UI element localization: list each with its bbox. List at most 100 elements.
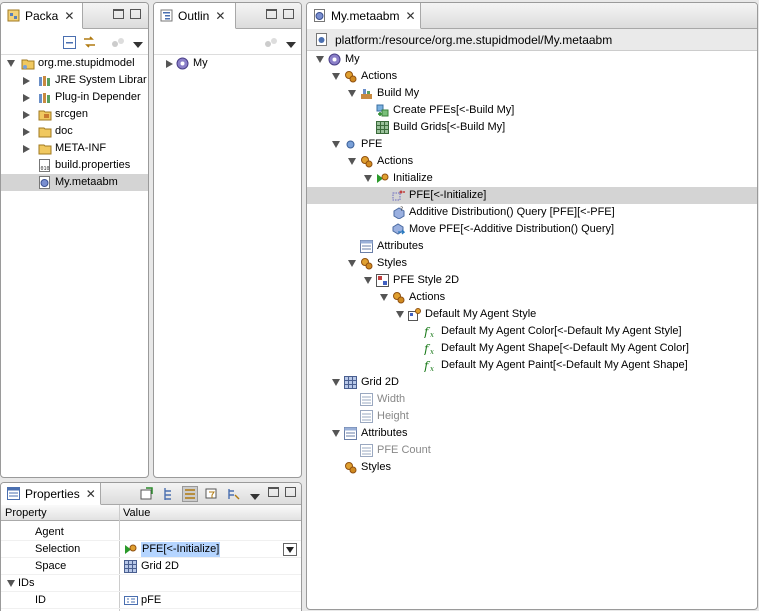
model-item-default-paint[interactable]: fx Default My Agent Paint[<-Default My A… bbox=[307, 357, 757, 374]
model-item-pfe-actions[interactable]: Actions bbox=[307, 153, 757, 170]
expand-toggle[interactable] bbox=[332, 73, 340, 80]
expand-toggle[interactable] bbox=[332, 430, 340, 437]
property-row-ids[interactable]: IDs bbox=[1, 575, 301, 592]
tree-item-label: build.properties bbox=[55, 159, 131, 171]
expand-toggle[interactable] bbox=[332, 141, 340, 148]
tree-item-jre-library[interactable]: JRE System Librar bbox=[1, 72, 148, 89]
model-item-my[interactable]: My bbox=[307, 51, 757, 68]
pin-icon[interactable] bbox=[140, 487, 154, 501]
model-item-my-styles[interactable]: Styles bbox=[307, 459, 757, 476]
expand-toggle[interactable] bbox=[364, 175, 372, 182]
maximize-icon[interactable] bbox=[130, 9, 141, 22]
model-item-my-attributes[interactable]: Attributes bbox=[307, 425, 757, 442]
model-item-build-my[interactable]: Build My bbox=[307, 85, 757, 102]
model-item-pfe-initialize[interactable]: PFE[<-Initialize] bbox=[307, 187, 757, 204]
model-item-pfe-count[interactable]: PFE Count bbox=[307, 442, 757, 459]
expand-toggle[interactable] bbox=[23, 145, 30, 153]
tree-item-build-properties[interactable]: 010 build.properties bbox=[1, 157, 148, 174]
expand-toggle[interactable] bbox=[364, 277, 372, 284]
column-header-value[interactable]: Value bbox=[123, 505, 150, 521]
expand-toggle[interactable] bbox=[332, 379, 340, 386]
column-header-property[interactable]: Property bbox=[5, 505, 47, 521]
property-row-space[interactable]: Space Grid 2D bbox=[1, 558, 301, 575]
expand-toggle[interactable] bbox=[396, 311, 404, 318]
tree-item-label: My bbox=[345, 53, 360, 65]
model-item-create-pfes[interactable]: Create PFEs[<-Build My] bbox=[307, 102, 757, 119]
model-item-initialize[interactable]: Initialize bbox=[307, 170, 757, 187]
model-item-move-pfe[interactable]: Move PFE[<-Additive Distribution() Query… bbox=[307, 221, 757, 238]
model-item-width[interactable]: Width bbox=[307, 391, 757, 408]
chevron-down-icon[interactable] bbox=[250, 491, 260, 503]
selection-dropdown-button[interactable] bbox=[283, 543, 297, 556]
tree-item-srcgen[interactable]: srcgen bbox=[1, 106, 148, 123]
outline-item-my[interactable]: My bbox=[154, 55, 301, 72]
property-row-id[interactable]: ID pFE bbox=[1, 592, 301, 609]
tab-my-metaabm[interactable]: My.metaabm ✕ bbox=[307, 3, 421, 29]
expand-toggle[interactable] bbox=[316, 56, 324, 63]
close-icon[interactable]: ✕ bbox=[215, 9, 225, 23]
model-item-build-grids[interactable]: Build Grids[<-Build My] bbox=[307, 119, 757, 136]
expand-toggle[interactable] bbox=[348, 260, 356, 267]
close-icon[interactable]: ✕ bbox=[86, 487, 96, 501]
minimize-icon[interactable] bbox=[266, 9, 277, 22]
maximize-icon[interactable] bbox=[285, 487, 296, 500]
model-item-height[interactable]: Height bbox=[307, 408, 757, 425]
model-item-grid-2d[interactable]: Grid 2D bbox=[307, 374, 757, 391]
model-item-style-actions[interactable]: Actions bbox=[307, 289, 757, 306]
property-value: pFE bbox=[141, 594, 162, 606]
expand-toggle[interactable] bbox=[7, 60, 15, 67]
expand-toggle[interactable] bbox=[348, 90, 356, 97]
tree-item-label: PFE Style 2D bbox=[393, 274, 460, 286]
filter-icon[interactable] bbox=[205, 487, 219, 501]
model-item-pfe[interactable]: PFE bbox=[307, 136, 757, 153]
expand-toggle[interactable] bbox=[380, 294, 388, 301]
minimize-icon[interactable] bbox=[113, 9, 124, 22]
tab-outline[interactable]: Outlin ✕ bbox=[154, 3, 236, 29]
expand-toggle[interactable] bbox=[23, 77, 30, 85]
maximize-icon[interactable] bbox=[283, 9, 294, 22]
property-row-selection[interactable]: Selection PFE[<-Initialize] bbox=[1, 541, 301, 558]
model-item-actions[interactable]: Actions bbox=[307, 68, 757, 85]
model-item-default-style[interactable]: Default My Agent Style bbox=[307, 306, 757, 323]
style-rule-icon bbox=[408, 308, 421, 321]
view-menu-icon[interactable] bbox=[264, 36, 280, 48]
grid-icon bbox=[124, 560, 137, 573]
chevron-down-icon[interactable] bbox=[133, 39, 143, 51]
expand-toggle[interactable] bbox=[166, 60, 173, 68]
tree-item-label: Styles bbox=[361, 461, 391, 473]
expand-toggle[interactable] bbox=[7, 580, 15, 587]
tree-item-doc[interactable]: doc bbox=[1, 123, 148, 140]
close-icon[interactable]: ✕ bbox=[64, 9, 74, 23]
close-icon[interactable]: ✕ bbox=[405, 9, 415, 23]
model-item-pfe-style-2d[interactable]: PFE Style 2D bbox=[307, 272, 757, 289]
tree-item-my-metaabm[interactable]: My.metaabm bbox=[1, 174, 148, 191]
tree-item-label: Initialize bbox=[393, 172, 433, 184]
tree-item-meta-inf[interactable]: META-INF bbox=[1, 140, 148, 157]
show-advanced-icon[interactable] bbox=[182, 486, 198, 502]
tab-properties[interactable]: Properties ✕ bbox=[1, 483, 101, 505]
expand-toggle[interactable] bbox=[23, 111, 30, 119]
model-item-default-shape[interactable]: fx Default My Agent Shape[<-Default My A… bbox=[307, 340, 757, 357]
restore-default-icon[interactable] bbox=[227, 487, 241, 501]
minimize-icon[interactable] bbox=[268, 487, 279, 500]
tab-package-explorer[interactable]: Packa ✕ bbox=[1, 3, 83, 29]
svg-text:010: 010 bbox=[41, 166, 50, 172]
expand-toggle[interactable] bbox=[23, 128, 30, 136]
link-with-editor-icon[interactable] bbox=[82, 35, 97, 49]
model-item-pfe-attributes[interactable]: Attributes bbox=[307, 238, 757, 255]
resource-path-bar: platform:/resource/org.me.stupidmodel/My… bbox=[307, 29, 757, 51]
model-item-additive-query[interactable]: ? Additive Distribution() Query [PFE][<-… bbox=[307, 204, 757, 221]
property-row-agent[interactable]: Agent bbox=[1, 524, 301, 541]
svg-text:x: x bbox=[430, 365, 434, 372]
show-categories-icon[interactable] bbox=[162, 487, 176, 501]
collapse-all-icon[interactable] bbox=[63, 36, 76, 49]
expand-toggle[interactable] bbox=[23, 94, 30, 102]
tree-item-plugin-deps[interactable]: Plug-in Depender bbox=[1, 89, 148, 106]
model-item-default-color[interactable]: fx Default My Agent Color[<-Default My A… bbox=[307, 323, 757, 340]
selection-value[interactable]: PFE[<-Initialize] bbox=[141, 542, 221, 557]
model-item-pfe-styles[interactable]: Styles bbox=[307, 255, 757, 272]
chevron-down-icon[interactable] bbox=[286, 39, 296, 51]
expand-toggle[interactable] bbox=[348, 158, 356, 165]
view-menu-icon[interactable] bbox=[111, 36, 127, 48]
tree-item-project[interactable]: org.me.stupidmodel bbox=[1, 55, 148, 72]
